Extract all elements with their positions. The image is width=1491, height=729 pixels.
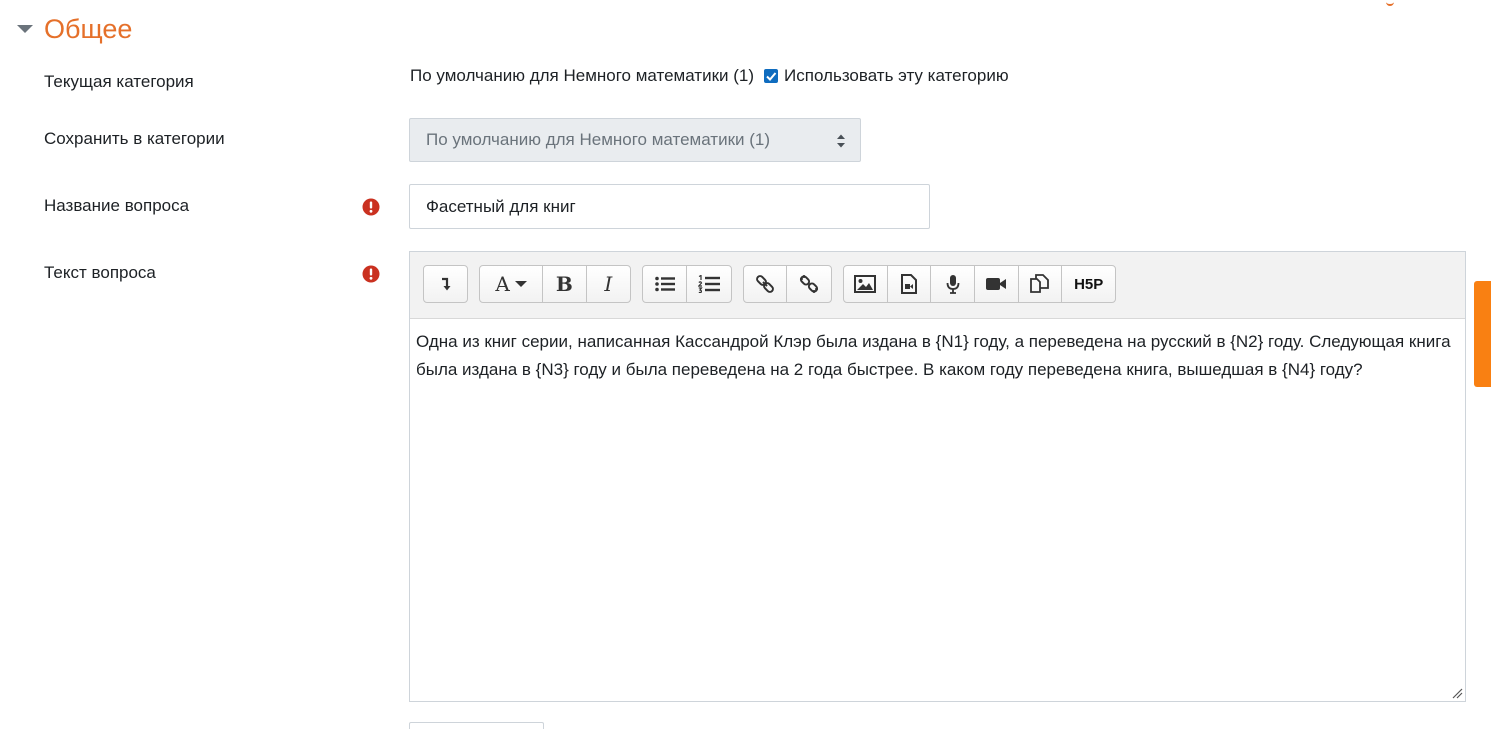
media-button[interactable] [888,266,932,302]
italic-button[interactable]: I [587,266,630,302]
dropdown-caret-icon [514,281,527,287]
partial-button[interactable] [409,722,544,729]
section-header-general[interactable]: Общее [16,10,132,48]
checkmark-icon [766,72,777,81]
toolbar-group-lists [642,265,732,303]
use-category-checkbox-label[interactable]: Использовать эту категорию [784,66,1009,86]
unordered-list-icon [654,276,675,292]
manage-files-icon [1030,274,1049,293]
select-arrows-icon [837,134,845,148]
editor-toolbar: A B I H5P [410,252,1465,319]
record-audio-icon [946,275,960,294]
media-icon [901,274,917,294]
toolbar-group-style: A B I [479,265,631,303]
bold-button[interactable]: B [543,266,587,302]
toolbar-group-links [743,265,832,303]
italic-icon: I [604,272,613,296]
record-video-icon [986,278,1007,290]
current-category-value: По умолчанию для Немного математики (1) [410,66,755,85]
current-category-row: По умолчанию для Немного математики (1) … [410,66,1009,86]
h5p-button[interactable]: H5P [1062,266,1115,302]
question-name-label: Название вопроса [44,196,190,215]
question-text-content[interactable]: Одна из книг серии, написанная Кассандро… [410,319,1465,393]
manage-files-button[interactable] [1019,266,1063,302]
section-title[interactable]: Общее [44,10,132,48]
question-name-value: Фасетный для книг [426,196,576,216]
link-icon [756,275,774,293]
record-video-button[interactable] [975,266,1019,302]
save-in-category-select[interactable]: По умолчанию для Немного математики (1) [409,118,861,162]
unlink-icon [799,275,819,293]
top-right-link-fragment[interactable] [1386,0,1394,6]
required-icon [362,265,380,283]
caret-down-icon[interactable] [16,20,34,38]
question-text-editor[interactable]: A B I H5P Одна из книг серии, написанная… [409,251,1466,702]
unordered-list-button[interactable] [643,266,688,302]
ordered-list-button[interactable] [687,266,731,302]
question-text-label: Текст вопроса [44,263,156,282]
toolbar-group-toggle [423,265,468,303]
current-category-label: Текущая категория [44,72,194,91]
font-style-button[interactable]: A [480,266,544,302]
toolbar-group-media: H5P [843,265,1116,303]
image-icon [854,275,877,293]
toolbar-toggle-button[interactable] [424,266,467,302]
font-style-icon: A [495,272,510,296]
feedback-side-tab[interactable] [1474,281,1491,387]
question-edit-form: Общее Текущая категория По умолчанию для… [0,0,1491,729]
link-button[interactable] [744,266,788,302]
ordered-list-icon [698,275,720,293]
use-category-checkbox[interactable] [764,69,779,83]
h5p-icon: H5P [1074,275,1104,293]
record-audio-button[interactable] [931,266,976,302]
image-button[interactable] [844,266,888,302]
save-in-category-selected: По умолчанию для Немного математики (1) [426,130,771,149]
bold-icon: B [555,272,573,296]
question-name-input[interactable]: Фасетный для книг [409,184,930,229]
required-icon [362,198,380,216]
unlink-button[interactable] [787,266,831,302]
toolbar-toggle-icon [441,277,450,291]
resize-handle-icon[interactable] [1452,688,1463,699]
save-in-category-label: Сохранить в категории [44,129,225,148]
